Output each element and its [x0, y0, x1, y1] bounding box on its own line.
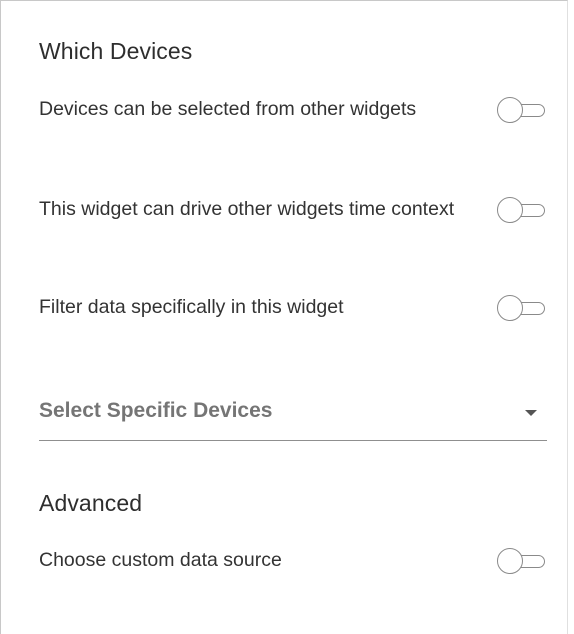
devices-from-other-widgets-toggle[interactable] [497, 97, 547, 123]
select-placeholder: Select Specific Devices [39, 399, 273, 422]
option-label: Choose custom data source [39, 549, 282, 571]
filter-data-toggle[interactable] [497, 295, 547, 321]
option-row-devices-selected-from-other-widgets: Devices can be selected from other widge… [39, 95, 547, 124]
which-devices-heading: Which Devices [39, 38, 193, 64]
option-label: Devices can be selected from other widge… [39, 98, 417, 120]
toggle-thumb [497, 97, 523, 123]
option-row-custom-data-source: Choose custom data source [39, 546, 547, 575]
option-label: This widget can drive other widgets time… [39, 198, 455, 220]
advanced-heading: Advanced [39, 490, 143, 516]
caret-down-icon [525, 410, 537, 416]
option-label: Filter data specifically in this widget [39, 296, 344, 318]
toggle-thumb [497, 548, 523, 574]
toggle-thumb [497, 197, 523, 223]
custom-data-source-toggle[interactable] [497, 548, 547, 574]
widget-settings-panel: Which Devices Devices can be selected fr… [0, 0, 568, 634]
option-row-filter-data: Filter data specifically in this widget [39, 293, 547, 322]
toggle-thumb [497, 295, 523, 321]
option-row-drive-time-context: This widget can drive other widgets time… [39, 195, 547, 224]
select-specific-devices-dropdown[interactable]: Select Specific Devices [39, 397, 547, 441]
drive-time-context-toggle[interactable] [497, 197, 547, 223]
